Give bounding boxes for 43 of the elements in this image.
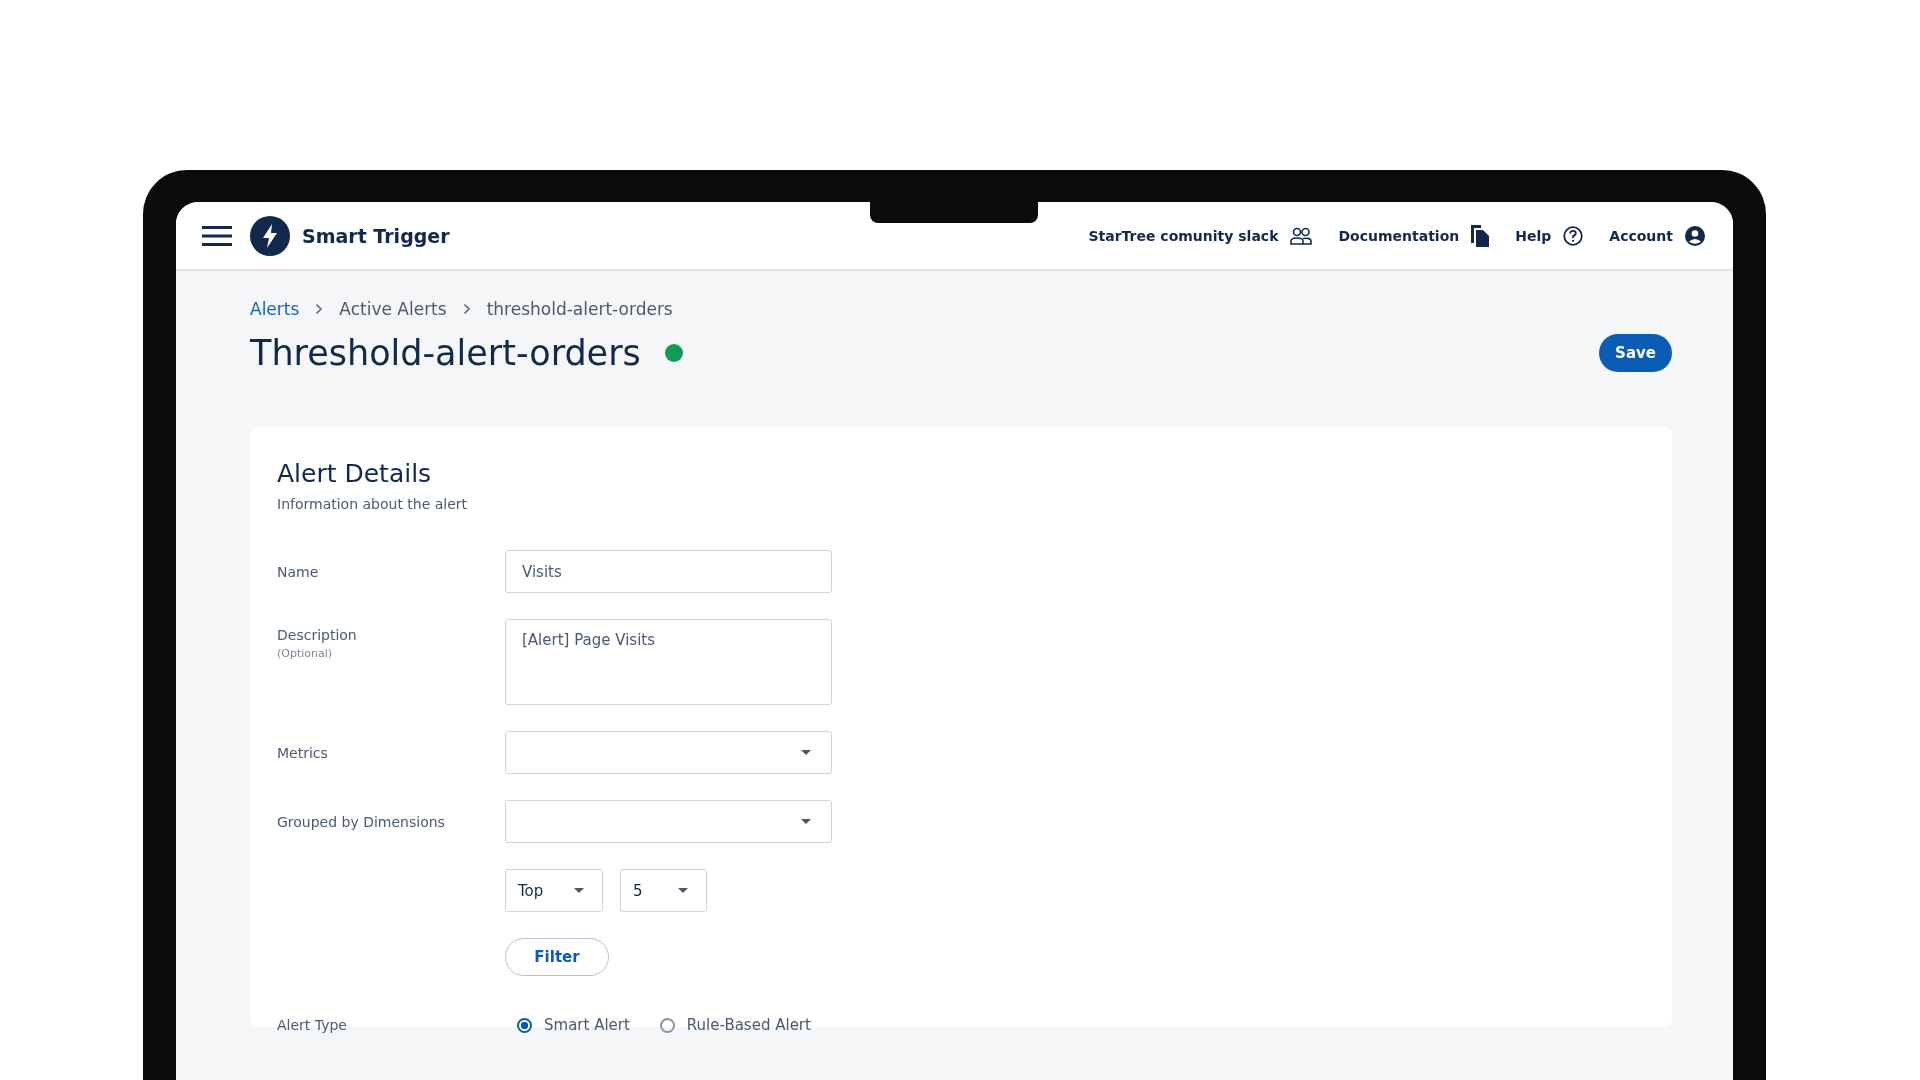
radio-option[interactable]: Smart Alert (517, 1016, 630, 1034)
nav-link[interactable]: Help (1515, 224, 1584, 247)
card-title: Alert Details (277, 459, 433, 488)
field-label: Name (277, 563, 320, 580)
count-dropdown[interactable]: 5 (620, 869, 707, 912)
dropdown-caret-icon (574, 888, 584, 893)
dropdown-field[interactable] (505, 731, 832, 774)
breadcrumb-item: threshold-alert-orders (486, 299, 673, 319)
radio-label: Smart Alert (544, 1016, 630, 1034)
field-label: Grouped by Dimensions (277, 813, 446, 830)
nav-link[interactable]: Account (1609, 224, 1705, 247)
chevron-right-icon (315, 303, 324, 315)
people-icon (1290, 226, 1313, 245)
dropdown-caret-icon (801, 750, 811, 755)
save-button[interactable]: Save (1599, 334, 1672, 372)
page-title: Threshold-alert-orders (250, 333, 641, 373)
chevron-right-icon (462, 303, 471, 315)
help-icon (1563, 225, 1584, 246)
radio-button[interactable] (659, 1017, 675, 1033)
card-subtitle: Information about the alert (277, 496, 469, 512)
radio-option[interactable]: Rule-Based Alert (659, 1016, 811, 1034)
menu-icon[interactable] (202, 225, 232, 246)
top-dropdown[interactable]: Top (505, 869, 603, 912)
dropdown-field[interactable] (505, 800, 832, 843)
field-label: Alert Type (277, 1017, 348, 1033)
name-input-field[interactable]: Visits (505, 550, 832, 593)
breadcrumb-link[interactable]: Alerts (250, 299, 300, 319)
radio-label: Rule-Based Alert (686, 1016, 811, 1034)
dropdown-caret-icon (801, 819, 811, 824)
nav-link[interactable]: StarTree comunity slack (1088, 224, 1313, 247)
field-label: Description (277, 627, 358, 643)
description-textarea[interactable]: [Alert] Page Visits (505, 619, 832, 705)
account-icon (1685, 225, 1705, 246)
field-hint: (Optional) (277, 647, 334, 660)
dropdown-caret-icon (678, 888, 688, 893)
lightning-logo-icon (250, 215, 290, 256)
field-label: Metrics (277, 744, 329, 761)
document-icon (1471, 224, 1490, 247)
app-title: Smart Trigger (302, 224, 450, 247)
breadcrumb-item: Active Alerts (339, 299, 447, 319)
nav-link[interactable]: Documentation (1338, 224, 1490, 247)
radio-button[interactable] (517, 1017, 532, 1033)
filter-button[interactable]: Filter (505, 938, 609, 976)
